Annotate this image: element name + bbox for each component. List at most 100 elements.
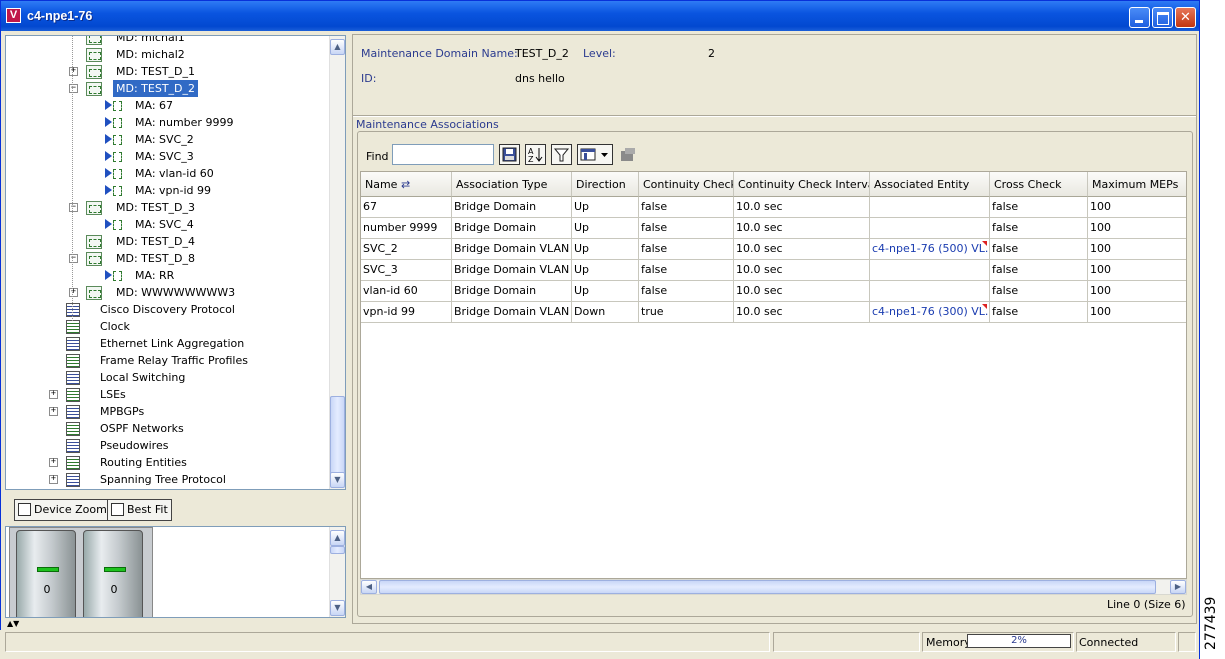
table-cell: Down <box>572 302 639 323</box>
table-cell: 100 <box>1088 218 1186 239</box>
tree-item-label: MA: SVC_4 <box>135 218 194 231</box>
tree-item[interactable]: MA: number 9999 <box>6 114 330 131</box>
close-button[interactable]: ✕ <box>1175 7 1196 28</box>
collapse-icon[interactable]: − <box>69 84 78 93</box>
tree-item[interactable]: Clock <box>6 318 330 335</box>
cell-text: false <box>641 242 668 255</box>
tree-item[interactable]: − MD: TEST_D_8 <box>6 250 330 267</box>
preview-vertical-scrollbar[interactable]: ▲ ▼ <box>329 527 345 617</box>
tree-item[interactable]: + LSEs <box>6 386 330 403</box>
cell-text: Up <box>574 263 590 276</box>
column-header[interactable]: Associated Entity <box>870 172 990 197</box>
export-icon[interactable] <box>619 147 637 163</box>
column-header[interactable]: Direction <box>572 172 639 197</box>
filter-button[interactable] <box>551 144 572 165</box>
tree-item[interactable]: Cisco Discovery Protocol <box>6 301 330 318</box>
scroll-right-icon[interactable]: ▶ <box>1170 580 1186 594</box>
tree-item[interactable]: MA: 67 <box>6 97 330 114</box>
tree-item[interactable]: MA: SVC_3 <box>6 148 330 165</box>
tree-item[interactable]: + Spanning Tree Protocol <box>6 471 330 488</box>
collapse-icon[interactable]: − <box>69 254 78 263</box>
associated-entity-link[interactable]: c4-npe1-76 (500) VL... <box>870 239 990 260</box>
expand-icon[interactable]: + <box>49 475 58 484</box>
title-bar[interactable]: V c4-npe1-76 ✕ <box>1 1 1199 31</box>
column-header[interactable]: Continuity Check <box>639 172 734 197</box>
tree-scroll-thumb[interactable] <box>330 396 345 476</box>
column-header[interactable]: Name ⇄ <box>361 172 452 197</box>
tree-item-label: Frame Relay Traffic Profiles <box>100 354 248 367</box>
scroll-up-icon[interactable]: ▲ <box>330 530 345 546</box>
column-header[interactable]: Association Type <box>452 172 572 197</box>
tree-item-label: MD: TEST_D_2 <box>113 80 199 97</box>
minimize-button[interactable] <box>1129 7 1150 28</box>
tree-item-label: MD: TEST_D_1 <box>116 65 196 78</box>
panel-splitter[interactable]: ▲▼ <box>5 620 346 628</box>
tree-item[interactable]: Frame Relay Traffic Profiles <box>6 352 330 369</box>
tree-item[interactable]: + MD: TEST_D_1 <box>6 63 330 80</box>
tree-item[interactable]: + Routing Entities <box>6 454 330 471</box>
collapse-arrows-icon[interactable]: ▲▼ <box>7 620 19 628</box>
scroll-up-icon[interactable]: ▲ <box>330 39 345 55</box>
best-fit-button[interactable]: Best Fit <box>107 499 172 521</box>
expand-icon[interactable]: + <box>69 288 78 297</box>
column-header[interactable]: Cross Check <box>990 172 1088 197</box>
tree-item[interactable]: + MD: WWWWWWWW3 <box>6 284 330 301</box>
table-scroll-thumb[interactable] <box>379 580 1156 594</box>
tree-item[interactable]: MD: michal2 <box>6 46 330 63</box>
maintenance-domain-icon <box>86 36 102 45</box>
tree-item[interactable]: Ethernet Link Aggregation <box>6 335 330 352</box>
chassis-unit[interactable]: 0 <box>83 530 143 617</box>
tree-item[interactable]: − MD: TEST_D_2 <box>6 80 330 97</box>
expand-icon[interactable]: + <box>49 458 58 467</box>
tree-item[interactable]: MD: michal1 <box>6 36 330 46</box>
tree-item[interactable]: MA: SVC_4 <box>6 216 330 233</box>
device-zoom-button[interactable]: Device Zoom <box>14 499 111 521</box>
resize-grip[interactable] <box>1178 632 1196 652</box>
cell-text: vpn-id 99 <box>363 305 415 318</box>
cell-text: 100 <box>1090 200 1111 213</box>
tree-item[interactable]: MD: TEST_D_4 <box>6 233 330 250</box>
expand-icon[interactable]: + <box>49 390 58 399</box>
cell-text: false <box>641 200 668 213</box>
chassis-unit[interactable]: 0 <box>16 530 76 617</box>
tree-item[interactable]: Pseudowires <box>6 437 330 454</box>
tree-item[interactable]: MA: RR <box>6 267 330 284</box>
tree-item[interactable]: − MD: TEST_D_3 <box>6 199 330 216</box>
associated-entity-link[interactable]: c4-npe1-76 (300) VL... <box>870 302 990 323</box>
tree-vertical-scrollbar[interactable]: ▲ ▼ <box>329 36 345 489</box>
cell-text: 100 <box>1090 263 1111 276</box>
tree-item[interactable]: OSPF Networks <box>6 420 330 437</box>
scroll-left-icon[interactable]: ◀ <box>361 580 377 594</box>
maximize-button[interactable] <box>1152 7 1173 28</box>
tree-item-label: Pseudowires <box>100 439 169 452</box>
cell-text: SVC_3 <box>363 263 398 276</box>
save-button[interactable] <box>499 144 520 165</box>
tree-item[interactable]: MA: vpn-id 99 <box>6 182 330 199</box>
scroll-down-icon[interactable]: ▼ <box>330 600 345 616</box>
column-header[interactable]: Continuity Check Interval <box>734 172 870 197</box>
scroll-down-icon[interactable]: ▼ <box>330 472 345 488</box>
collapse-icon[interactable]: − <box>69 203 78 212</box>
tree-item[interactable]: + MPBGPs <box>6 403 330 420</box>
table-icon <box>66 388 80 402</box>
tree-item[interactable]: Local Switching <box>6 369 330 386</box>
tree-item-label: MA: vpn-id 99 <box>135 184 211 197</box>
unit-label: 0 <box>110 583 118 596</box>
status-led <box>37 567 59 572</box>
tree-item[interactable]: MA: SVC_2 <box>6 131 330 148</box>
table-cell: 67 <box>361 197 452 218</box>
table-icon <box>66 439 80 453</box>
cell-text: 100 <box>1090 284 1111 297</box>
table-horizontal-scrollbar[interactable]: ◀ ▶ <box>360 579 1187 595</box>
column-header[interactable]: Maximum MEPs <box>1088 172 1186 197</box>
preview-scroll-thumb[interactable] <box>330 546 345 554</box>
tree-item[interactable]: MA: vlan-id 60 <box>6 165 330 182</box>
columns-dropdown-button[interactable] <box>577 144 613 165</box>
table-cell: Up <box>572 218 639 239</box>
tree-item-label: MA: SVC_2 <box>135 133 194 146</box>
find-input[interactable] <box>392 144 494 165</box>
expand-icon[interactable]: + <box>69 67 78 76</box>
table-cell: 10.0 sec <box>734 281 870 302</box>
expand-icon[interactable]: + <box>49 407 58 416</box>
sort-button[interactable]: AZ <box>525 144 546 165</box>
